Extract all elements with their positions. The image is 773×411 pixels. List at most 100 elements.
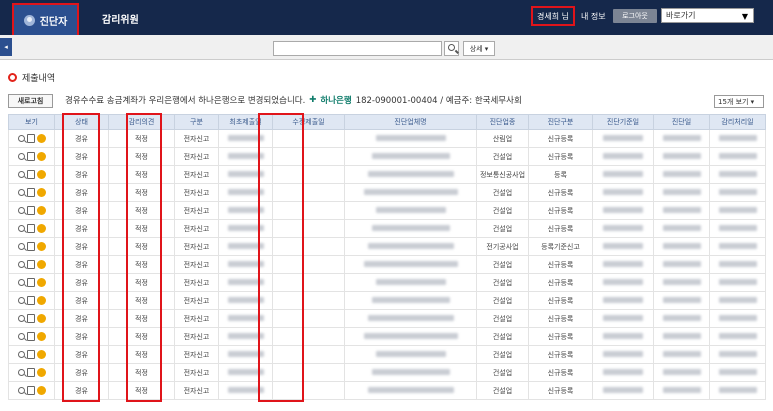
- company-name-cell[interactable]: [344, 183, 477, 202]
- coin-icon[interactable]: [36, 386, 46, 395]
- table-row[interactable]: 경유 적정 전자신고 건설업 신규등록: [8, 327, 766, 346]
- table-row[interactable]: 경유 적정 전자신고 건설업 신규등록: [8, 309, 766, 328]
- document-icon[interactable]: [26, 332, 35, 341]
- view-cell[interactable]: [8, 183, 55, 202]
- magnifier-icon[interactable]: [17, 243, 25, 250]
- table-row[interactable]: 경유 적정 전자신고 전기공사업 등록기준신고: [8, 237, 766, 256]
- coin-icon[interactable]: [36, 350, 46, 359]
- company-name-cell[interactable]: [344, 237, 477, 256]
- company-name-cell[interactable]: [344, 345, 477, 364]
- magnifier-icon[interactable]: [17, 333, 25, 340]
- magnifier-icon[interactable]: [17, 315, 25, 322]
- document-icon[interactable]: [26, 134, 35, 143]
- document-icon[interactable]: [26, 224, 35, 233]
- view-cell[interactable]: [8, 345, 55, 364]
- tab-diagnostician[interactable]: 진단자: [12, 3, 79, 37]
- view-cell[interactable]: [8, 363, 55, 382]
- coin-icon[interactable]: [36, 206, 46, 215]
- goto-select[interactable]: 바로가기 ▼: [661, 8, 754, 23]
- magnifier-icon[interactable]: [17, 189, 25, 196]
- per-page-select[interactable]: 15개 보기 ▾: [714, 95, 764, 108]
- view-cell[interactable]: [8, 381, 55, 400]
- table-row[interactable]: 경유 적정 전자신고 건설업 신규등록: [8, 255, 766, 274]
- tab-audit-committee[interactable]: 감리위원: [102, 11, 139, 26]
- magnifier-icon[interactable]: [17, 279, 25, 286]
- table-row[interactable]: 경유 적정 전자신고 산림업 신규등록: [8, 129, 766, 148]
- document-icon[interactable]: [26, 386, 35, 395]
- document-icon[interactable]: [26, 170, 35, 179]
- document-icon[interactable]: [26, 278, 35, 287]
- coin-icon[interactable]: [36, 242, 46, 251]
- magnifier-icon[interactable]: [17, 261, 25, 268]
- company-name-cell[interactable]: [344, 273, 477, 292]
- coin-icon[interactable]: [36, 170, 46, 179]
- table-row[interactable]: 경유 적정 전자신고 건설업 신규등록: [8, 291, 766, 310]
- company-name-cell[interactable]: [344, 129, 477, 148]
- table-row[interactable]: 경유 적정 전자신고 정보통신공사업 등록: [8, 165, 766, 184]
- view-cell[interactable]: [8, 201, 55, 220]
- company-name-cell[interactable]: [344, 381, 477, 400]
- document-icon[interactable]: [26, 368, 35, 377]
- company-name-cell[interactable]: [344, 291, 477, 310]
- company-name-cell[interactable]: [344, 219, 477, 238]
- table-row[interactable]: 경유 적정 전자신고 건설업 신규등록: [8, 273, 766, 292]
- magnifier-icon[interactable]: [17, 387, 25, 394]
- magnifier-icon[interactable]: [17, 171, 25, 178]
- view-cell[interactable]: [8, 129, 55, 148]
- coin-icon[interactable]: [36, 278, 46, 287]
- magnifier-icon[interactable]: [17, 135, 25, 142]
- document-icon[interactable]: [26, 350, 35, 359]
- my-info-link[interactable]: 내 정보: [581, 11, 606, 22]
- magnifier-icon[interactable]: [17, 297, 25, 304]
- document-icon[interactable]: [26, 206, 35, 215]
- company-name-cell[interactable]: [344, 309, 477, 328]
- document-icon[interactable]: [26, 188, 35, 197]
- table-row[interactable]: 경유 적정 전자신고 건설업 신규등록: [8, 219, 766, 238]
- company-name-cell[interactable]: [344, 165, 477, 184]
- coin-icon[interactable]: [36, 260, 46, 269]
- company-name-cell[interactable]: [344, 327, 477, 346]
- coin-icon[interactable]: [36, 188, 46, 197]
- coin-icon[interactable]: [36, 332, 46, 341]
- document-icon[interactable]: [26, 152, 35, 161]
- view-cell[interactable]: [8, 255, 55, 274]
- table-row[interactable]: 경유 적정 전자신고 건설업 신규등록: [8, 363, 766, 382]
- search-button[interactable]: [444, 41, 459, 56]
- magnifier-icon[interactable]: [17, 207, 25, 214]
- table-row[interactable]: 경유 적정 전자신고 건설업 신규등록: [8, 381, 766, 400]
- document-icon[interactable]: [26, 296, 35, 305]
- magnifier-icon[interactable]: [17, 351, 25, 358]
- coin-icon[interactable]: [36, 152, 46, 161]
- magnifier-icon[interactable]: [17, 369, 25, 376]
- refresh-button[interactable]: 새로고침: [8, 94, 53, 108]
- table-row[interactable]: 경유 적정 전자신고 건설업 신규등록: [8, 147, 766, 166]
- table-row[interactable]: 경유 적정 전자신고 건설업 신규등록: [8, 345, 766, 364]
- company-name-cell[interactable]: [344, 201, 477, 220]
- document-icon[interactable]: [26, 242, 35, 251]
- view-cell[interactable]: [8, 327, 55, 346]
- company-name-cell[interactable]: [344, 255, 477, 274]
- view-cell[interactable]: [8, 147, 55, 166]
- logout-button[interactable]: 로그아웃: [613, 9, 657, 23]
- document-icon[interactable]: [26, 260, 35, 269]
- sidebar-toggle-icon[interactable]: ◂: [0, 38, 12, 56]
- table-row[interactable]: 경유 적정 전자신고 건설업 신규등록: [8, 201, 766, 220]
- company-name-cell[interactable]: [344, 363, 477, 382]
- detail-search-button[interactable]: 상세 ▾: [463, 41, 495, 56]
- document-icon[interactable]: [26, 314, 35, 323]
- search-input[interactable]: [273, 41, 442, 56]
- view-cell[interactable]: [8, 237, 55, 256]
- magnifier-icon[interactable]: [17, 153, 25, 160]
- view-cell[interactable]: [8, 291, 55, 310]
- view-cell[interactable]: [8, 273, 55, 292]
- view-cell[interactable]: [8, 219, 55, 238]
- coin-icon[interactable]: [36, 314, 46, 323]
- coin-icon[interactable]: [36, 134, 46, 143]
- view-cell[interactable]: [8, 309, 55, 328]
- magnifier-icon[interactable]: [17, 225, 25, 232]
- view-cell[interactable]: [8, 165, 55, 184]
- coin-icon[interactable]: [36, 368, 46, 377]
- coin-icon[interactable]: [36, 296, 46, 305]
- table-row[interactable]: 경유 적정 전자신고 건설업 신규등록: [8, 183, 766, 202]
- coin-icon[interactable]: [36, 224, 46, 233]
